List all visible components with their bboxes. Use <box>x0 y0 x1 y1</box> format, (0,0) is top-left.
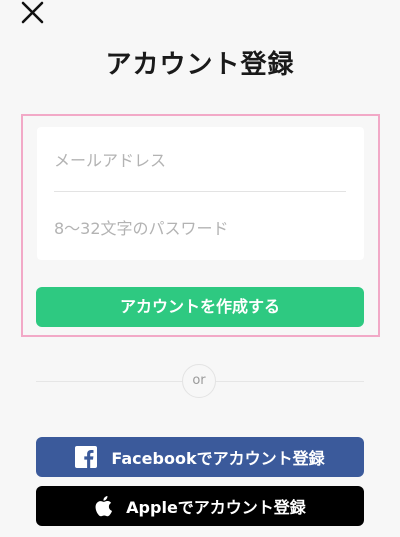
facebook-signup-label: Facebookでアカウント登録 <box>111 449 325 468</box>
create-account-button[interactable]: アカウントを作成する <box>36 287 364 327</box>
email-input[interactable] <box>54 147 346 173</box>
or-badge: or <box>182 364 216 398</box>
facebook-icon <box>75 446 98 468</box>
close-icon <box>21 1 44 24</box>
apple-signup-label: Appleでアカウント登録 <box>126 498 306 517</box>
signup-form-card <box>37 127 364 260</box>
page-title: アカウント登録 <box>105 50 295 80</box>
facebook-signup-button[interactable]: Facebookでアカウント登録 <box>36 437 364 477</box>
apple-icon <box>94 495 113 517</box>
close-button[interactable] <box>20 0 46 26</box>
input-divider <box>54 191 346 192</box>
password-input[interactable] <box>54 215 346 241</box>
apple-signup-button[interactable]: Appleでアカウント登録 <box>36 486 364 526</box>
